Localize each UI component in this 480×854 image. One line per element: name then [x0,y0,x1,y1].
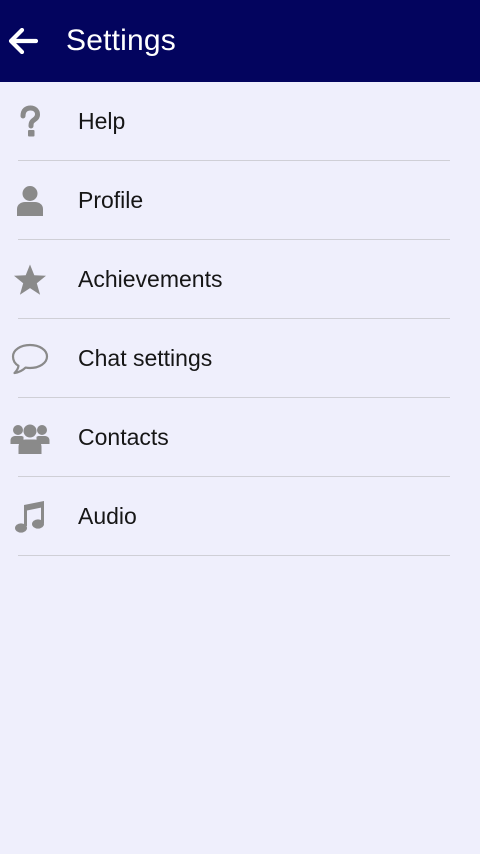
settings-item-chat-settings[interactable]: Chat settings [0,319,480,398]
music-note-icon [8,495,52,539]
settings-list: Help Profile Achievements Chat settings [0,82,480,556]
app-bar: Settings [0,0,480,82]
settings-item-label: Profile [78,187,144,213]
settings-item-contacts[interactable]: Contacts [0,398,480,477]
page-title: Settings [66,24,176,57]
speech-bubble-icon [8,337,52,381]
settings-item-profile[interactable]: Profile [0,161,480,240]
star-icon [8,258,52,302]
settings-item-audio[interactable]: Audio [0,477,480,556]
arrow-left-icon [8,28,38,54]
settings-item-label: Audio [78,503,137,529]
group-icon [8,416,52,460]
back-button[interactable] [0,18,46,64]
settings-item-label: Contacts [78,424,169,450]
settings-item-label: Achievements [78,266,223,292]
settings-item-label: Help [78,108,126,134]
person-icon [8,179,52,223]
settings-item-label: Chat settings [78,345,213,371]
divider [18,555,450,556]
settings-item-help[interactable]: Help [0,82,480,161]
question-icon [8,100,52,144]
settings-item-achievements[interactable]: Achievements [0,240,480,319]
